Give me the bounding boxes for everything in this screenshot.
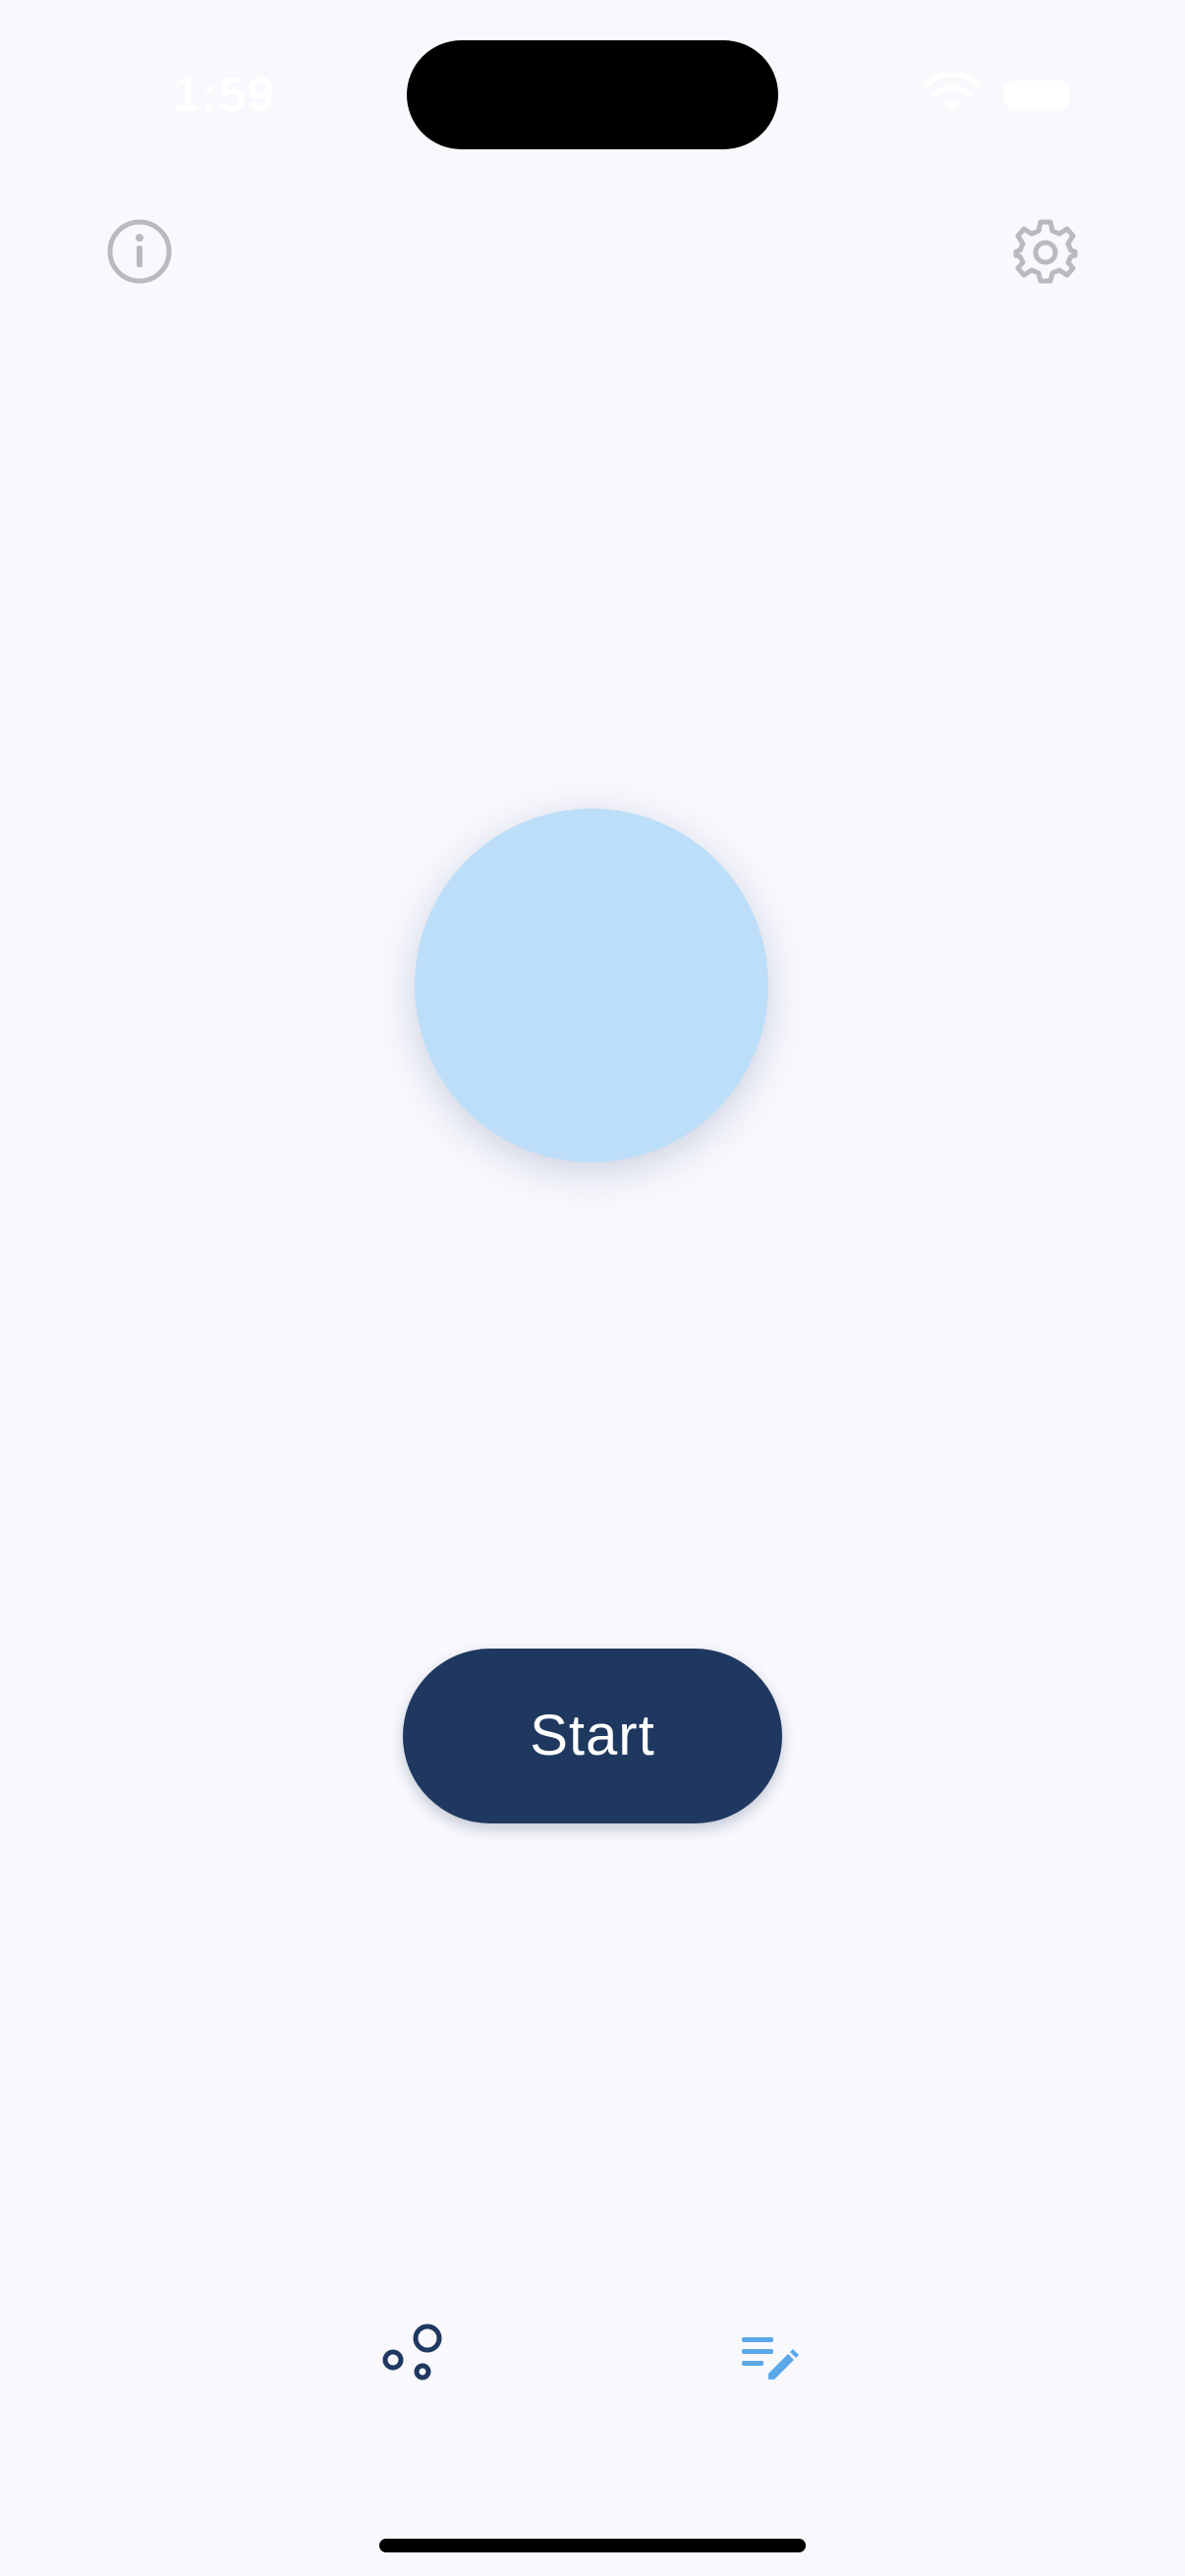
battery-icon bbox=[1004, 81, 1069, 109]
wifi-icon bbox=[924, 71, 981, 116]
status-time: 1:59 bbox=[172, 67, 276, 122]
info-icon[interactable] bbox=[106, 218, 173, 285]
breathing-circle bbox=[415, 809, 768, 1162]
bubbles-icon[interactable] bbox=[379, 2323, 452, 2385]
gear-icon[interactable] bbox=[1012, 218, 1079, 285]
home-indicator bbox=[379, 2539, 806, 2552]
notes-edit-icon[interactable] bbox=[739, 2334, 802, 2385]
dynamic-island bbox=[407, 40, 778, 149]
start-button[interactable]: Start bbox=[403, 1649, 782, 1823]
